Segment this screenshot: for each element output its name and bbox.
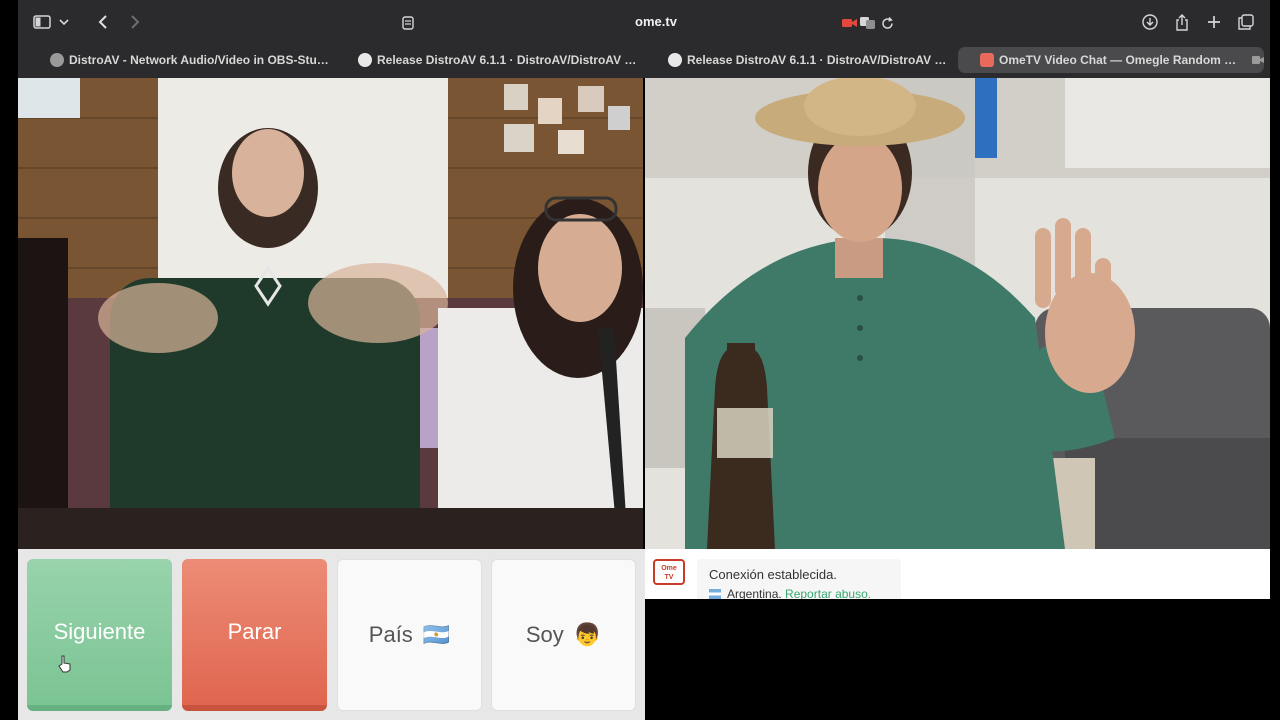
report-abuse-link[interactable]: Reportar abuso.: [785, 587, 871, 599]
camera-indicator-icon: [1252, 53, 1264, 67]
stop-button-label: Parar: [227, 619, 282, 644]
reload-icon[interactable]: [878, 11, 896, 35]
self-video: [645, 78, 1270, 549]
mouse-cursor-icon: [58, 655, 72, 678]
tab-release-2[interactable]: Release DistroAV 6.1.1 · DistroAV/Distro…: [668, 47, 950, 73]
sidebar-icon[interactable]: [30, 10, 54, 34]
country-button[interactable]: País 🇦🇷: [337, 559, 482, 711]
next-button-label: Siguiente: [53, 619, 146, 644]
obs-favicon-icon: [50, 53, 64, 67]
tab-distroav-obs[interactable]: DistroAV - Network Audio/Video in OBS-St…: [50, 47, 332, 73]
browser-window: ome.tv DistroAV - Network Audio/Video in…: [18, 0, 1270, 78]
translate-icon[interactable]: [858, 11, 876, 35]
chat-controls: Siguiente Parar País 🇦🇷 Soy 👦: [18, 549, 645, 720]
tab-ometv[interactable]: OmeTV Video Chat — Omegle Random Ca...: [958, 47, 1264, 73]
ometv-favicon-icon: [980, 53, 994, 67]
chevron-down-icon[interactable]: [56, 10, 72, 34]
share-icon[interactable]: [1170, 10, 1194, 34]
country-button-label: País: [368, 622, 413, 647]
github-favicon-icon: [358, 53, 372, 67]
gender-button[interactable]: Soy 👦: [491, 559, 636, 711]
github-favicon-icon: [668, 53, 682, 67]
self-video-frame: [645, 78, 1270, 549]
tab-overview-icon[interactable]: [1234, 10, 1258, 34]
tab-bar: DistroAV - Network Audio/Video in OBS-St…: [18, 44, 1270, 74]
system-message: Conexión establecida. Argentina. Reporta…: [697, 559, 901, 599]
browser-toolbar: ome.tv: [18, 0, 1270, 44]
tab-release-1[interactable]: Release DistroAV 6.1.1 · DistroAV/Distro…: [358, 47, 640, 73]
ometv-logo-icon: Ome TV: [653, 559, 685, 585]
gender-button-label: Soy: [525, 622, 564, 647]
camera-icon[interactable]: [840, 11, 858, 35]
stranger-video-frame: [18, 78, 643, 549]
address-bar[interactable]: ome.tv: [390, 8, 922, 36]
stop-button[interactable]: Parar: [182, 559, 327, 711]
connection-status: Conexión establecida.: [709, 567, 837, 582]
boy-icon: 👦: [573, 622, 602, 647]
next-button[interactable]: Siguiente: [27, 559, 172, 711]
country-line: Argentina. Reportar abuso.: [709, 587, 871, 599]
stranger-video: [18, 78, 643, 549]
chat-panel: Ome TV Conexión establecida. Argentina. R…: [645, 549, 1270, 599]
app: ome.tv DistroAV - Network Audio/Video in…: [0, 0, 1280, 720]
new-tab-icon[interactable]: [1202, 10, 1226, 34]
back-icon[interactable]: [90, 10, 116, 34]
argentina-flag-icon: 🇦🇷: [422, 622, 451, 647]
argentina-flag-icon: [709, 589, 721, 599]
country-name: Argentina.: [727, 587, 782, 599]
forward-icon[interactable]: [122, 10, 148, 34]
download-icon[interactable]: [1138, 10, 1162, 34]
